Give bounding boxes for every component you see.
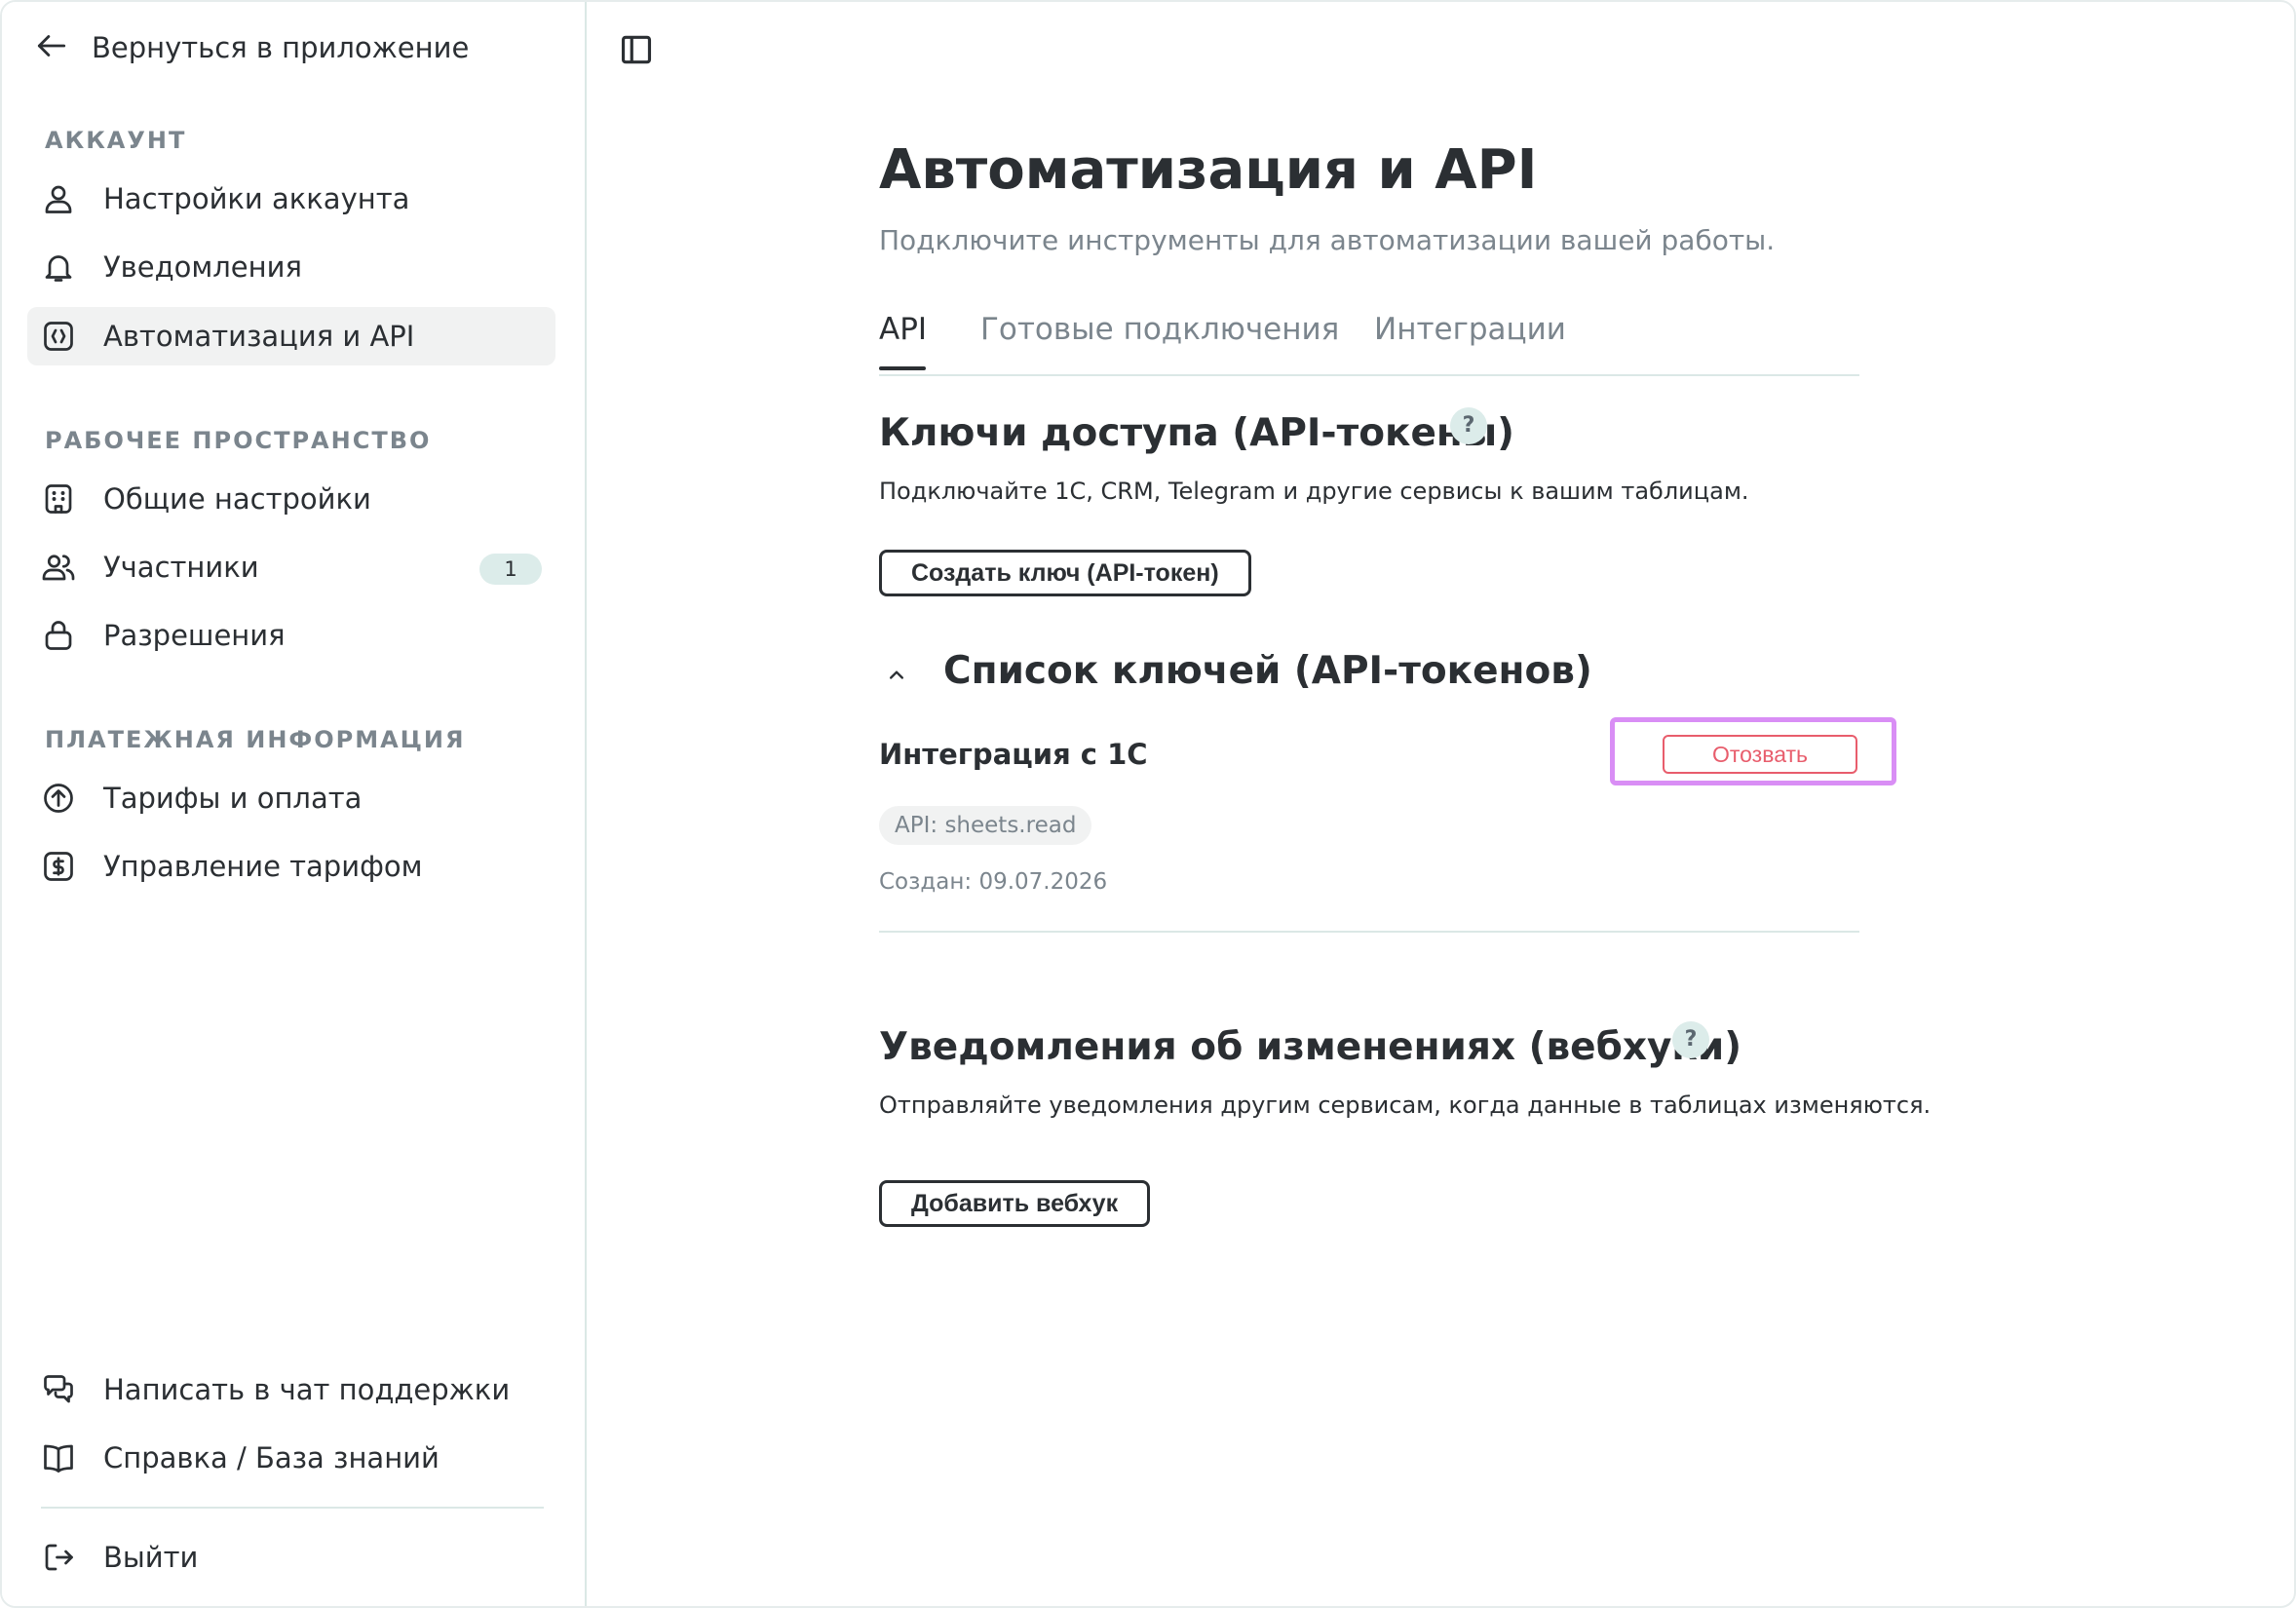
bell-icon [41, 249, 76, 285]
sidebar-item-label: Автоматизация и API [103, 320, 415, 353]
keys-list-heading: Список ключей (API-токенов) [943, 649, 1592, 693]
sidebar-item-label: Тарифы и оплата [103, 782, 363, 815]
back-to-app-label: Вернуться в приложение [92, 31, 470, 64]
sidebar-toggle-button[interactable] [618, 31, 655, 68]
collapse-keys-list-button[interactable] [883, 663, 910, 686]
add-webhook-button[interactable]: Добавить вебхук [879, 1180, 1151, 1227]
tab-label: API [879, 312, 928, 347]
sidebar: Вернуться в приложение АККАУНТ Настройки… [2, 2, 587, 1606]
sidebar-item-notifications[interactable]: Уведомления [27, 238, 555, 296]
members-count-badge: 1 [479, 554, 542, 585]
sidebar-item-label: Уведомления [103, 250, 302, 284]
api-brackets-icon [41, 319, 76, 354]
sidebar-item-label: Общие настройки [103, 482, 371, 516]
api-keys-description: Подключайте 1С, CRM, Telegram и другие с… [879, 478, 1749, 505]
token-divider [879, 931, 1859, 933]
user-icon [41, 181, 76, 216]
sidebar-item-label: Управление тарифом [103, 850, 423, 883]
active-tab-indicator [879, 366, 926, 370]
page-title: Автоматизация и API [879, 138, 1538, 202]
api-keys-help-button[interactable]: ? [1450, 407, 1487, 444]
webhooks-heading: Уведомления об изменениях (вебхуки) [879, 1025, 1742, 1069]
sidebar-panel-icon [618, 35, 655, 72]
webhooks-help-button[interactable]: ? [1672, 1021, 1709, 1058]
tab-api[interactable]: API [879, 312, 928, 370]
tab-bar: API Готовые подключения Интеграции [879, 306, 1859, 376]
page-subtitle: Подключите инструменты для автоматизации… [879, 224, 1776, 256]
tab-label: Готовые подключения [980, 312, 1340, 347]
sidebar-item-label: Написать в чат поддержки [103, 1373, 511, 1406]
dollar-square-icon [41, 849, 76, 884]
section-title-workspace: РАБОЧЕЕ ПРОСТРАНСТВО [45, 427, 432, 454]
chevron-up-icon [883, 670, 910, 690]
arrow-up-circle-icon [41, 781, 76, 816]
sidebar-item-label: Разрешения [103, 619, 286, 652]
lock-icon [41, 618, 76, 653]
tab-integrations[interactable]: Интеграции [1374, 312, 1566, 347]
token-scope-chip: API: sheets.read [879, 806, 1092, 845]
sidebar-item-plan-management[interactable]: Управление тарифом [27, 837, 555, 896]
settings-window: Вернуться в приложение АККАУНТ Настройки… [0, 0, 2296, 1608]
sidebar-item-label: Выйти [103, 1541, 199, 1574]
section-title-account: АККАУНТ [45, 127, 187, 154]
sidebar-item-members[interactable]: Участники 1 [27, 538, 555, 596]
users-icon [41, 550, 76, 585]
token-name: Интеграция с 1С [879, 738, 1148, 771]
webhooks-description: Отправляйте уведомления другим сервисам,… [879, 1091, 1932, 1119]
back-to-app-link[interactable]: Вернуться в приложение [33, 27, 469, 68]
sidebar-divider [41, 1507, 544, 1509]
sidebar-item-label: Участники [103, 551, 259, 584]
sidebar-item-support-chat[interactable]: Написать в чат поддержки [27, 1360, 555, 1419]
sidebar-item-automation-api[interactable]: Автоматизация и API [27, 307, 555, 365]
tab-ready-connections[interactable]: Готовые подключения [980, 312, 1339, 347]
token-created-date: Создан: 09.07.2026 [879, 869, 1108, 895]
sidebar-item-permissions[interactable]: Разрешения [27, 606, 555, 665]
arrow-left-icon [33, 27, 70, 68]
create-api-key-button[interactable]: Создать ключ (API-токен) [879, 550, 1251, 596]
logout-icon [41, 1540, 76, 1575]
sidebar-item-help[interactable]: Справка / База знаний [27, 1429, 555, 1487]
tab-label: Интеграции [1374, 312, 1566, 347]
api-keys-heading: Ключи доступа (API-токены) [879, 411, 1514, 455]
book-open-icon [41, 1440, 76, 1475]
revoke-token-button[interactable]: Отозвать [1663, 735, 1857, 774]
sidebar-item-label: Справка / База знаний [103, 1441, 440, 1474]
sidebar-item-account-settings[interactable]: Настройки аккаунта [27, 170, 555, 228]
chat-bubbles-icon [41, 1372, 76, 1407]
sidebar-item-label: Настройки аккаунта [103, 182, 410, 215]
building-icon [41, 481, 76, 517]
sidebar-item-plans-payment[interactable]: Тарифы и оплата [27, 769, 555, 827]
section-title-billing: ПЛАТЕЖНАЯ ИНФОРМАЦИЯ [45, 726, 466, 753]
sidebar-item-logout[interactable]: Выйти [27, 1528, 555, 1587]
sidebar-item-general-settings[interactable]: Общие настройки [27, 470, 555, 528]
